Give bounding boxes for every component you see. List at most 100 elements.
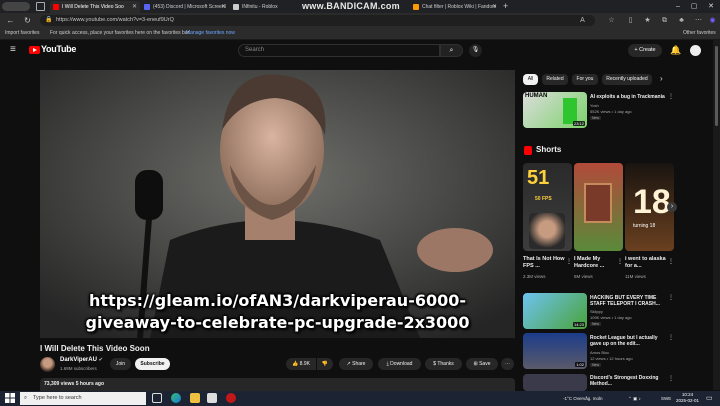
chip-recently-uploaded[interactable]: Recently uploaded xyxy=(602,74,652,85)
rec-title[interactable]: Discord's Strongest Doxxing Method... xyxy=(590,375,670,387)
rec-meta: 552K views • 1 day ago xyxy=(590,109,632,114)
short-title[interactable]: i went to alaska for a... xyxy=(625,256,671,270)
like-button[interactable]: 👍 8.9K xyxy=(286,358,316,370)
youtube-logo-icon[interactable] xyxy=(29,46,40,54)
rec-channel[interactable]: Amos Bloc xyxy=(590,350,609,355)
rec-title[interactable]: Rocket League but I actually gave up on … xyxy=(590,335,670,347)
other-favorites-button[interactable]: Other favorites xyxy=(683,28,716,39)
more-icon[interactable]: ⋯ xyxy=(694,16,703,25)
search-button[interactable]: ⌕ xyxy=(440,44,463,57)
language-indicator[interactable]: SWE xyxy=(661,391,671,406)
channel-avatar[interactable] xyxy=(40,357,55,372)
windows-start-icon[interactable] xyxy=(5,393,15,403)
bandicam-watermark: www.BANDICAM.com xyxy=(302,1,400,11)
like-count: 8.9K xyxy=(299,361,310,367)
rec-thumbnail[interactable] xyxy=(523,374,587,391)
favorites-bar: Import favorites For quick access, place… xyxy=(0,28,720,40)
file-explorer-icon[interactable] xyxy=(190,393,200,403)
browser-tab-bar: I Will Delete This Video Soo ✕ (453) Dis… xyxy=(0,0,720,13)
channel-name[interactable]: DarkViperAU ✔ xyxy=(60,357,103,363)
favorite-star-icon[interactable]: ☆ xyxy=(607,16,616,25)
tab-actions-icon[interactable] xyxy=(36,2,45,11)
voice-search-button[interactable]: 🎙 xyxy=(469,44,482,57)
close-icon[interactable]: ✕ xyxy=(221,1,226,13)
tab-fandom[interactable]: Chat filter | Roblox Wiki | Fandom ✕ xyxy=(410,1,500,13)
reload-button[interactable]: ↻ xyxy=(22,15,33,26)
bandicam-icon[interactable] xyxy=(226,393,236,403)
tab-youtube[interactable]: I Will Delete This Video Soo ✕ xyxy=(50,1,140,13)
rec-more-icon[interactable]: ⋮ xyxy=(668,375,674,382)
chevron-right-icon[interactable]: › xyxy=(660,74,663,83)
menu-icon[interactable]: ≡ xyxy=(10,44,16,55)
short-views: 2.3M views xyxy=(523,274,546,279)
rec-thumbnail[interactable]: HUMAN 23:12 xyxy=(523,92,587,128)
youtube-logo-text[interactable]: YouTube xyxy=(41,44,76,54)
tab-roblox[interactable]: INfinitu - Roblox xyxy=(230,1,300,13)
short-more-icon[interactable]: ⋮ xyxy=(617,258,623,265)
tab-discord[interactable]: (453) Discord | Microsoft Screenl ✕ xyxy=(141,1,229,13)
thanks-label: Thanks xyxy=(437,361,454,367)
notifications-bell-icon[interactable]: 🔔 xyxy=(670,45,681,56)
rec-title[interactable]: HACKING BUT EVERY TIME STAFF TELEPORT I … xyxy=(590,295,670,307)
read-aloud-icon[interactable]: A xyxy=(578,16,587,25)
task-view-icon[interactable] xyxy=(152,393,162,403)
user-avatar[interactable] xyxy=(690,45,701,56)
edge-icon[interactable] xyxy=(171,393,181,403)
back-button[interactable]: ← xyxy=(5,15,16,26)
chip-related[interactable]: Related xyxy=(542,74,568,85)
split-screen-icon[interactable]: ▯ xyxy=(626,16,635,25)
minimize-button[interactable]: – xyxy=(670,0,686,13)
search-input[interactable]: Search xyxy=(238,44,440,57)
short-more-icon[interactable]: ⋮ xyxy=(668,258,674,265)
extensions-icon[interactable]: ♣ xyxy=(677,16,686,25)
import-favorites-button[interactable]: Import favorites xyxy=(5,28,39,39)
short-thumbnail[interactable] xyxy=(574,163,623,251)
join-button[interactable]: Join xyxy=(110,358,131,370)
chip-for-you[interactable]: For you xyxy=(572,74,598,85)
rec-channel[interactable]: Skiippy xyxy=(590,309,603,314)
download-button[interactable]: ⤓ Download xyxy=(378,358,421,370)
shorts-next-icon[interactable]: › xyxy=(667,202,677,212)
short-title[interactable]: I Made My Hardcore ... xyxy=(574,256,620,270)
browser-profile-button[interactable] xyxy=(2,2,30,11)
short-thumb-sub: 50 FPS xyxy=(535,196,552,202)
short-title[interactable]: That Is Not How FPS ... xyxy=(523,256,569,270)
create-button[interactable]: + Create xyxy=(628,44,662,57)
new-tab-button[interactable]: + xyxy=(503,0,508,12)
window-close-button[interactable]: ✕ xyxy=(703,0,719,13)
mail-icon[interactable] xyxy=(207,393,217,403)
clock[interactable]: 10:24 2025-02-01 xyxy=(676,392,699,404)
rec-more-icon[interactable]: ⋮ xyxy=(668,294,674,301)
short-more-icon[interactable]: ⋮ xyxy=(566,258,572,265)
tray-icons[interactable]: ⌃ ▣ ♪ xyxy=(628,391,641,406)
manage-favorites-link[interactable]: Manage favorites now xyxy=(186,28,235,39)
share-button[interactable]: ↗ Share xyxy=(339,358,373,370)
close-icon[interactable]: ✕ xyxy=(132,1,137,13)
address-bar[interactable]: 🔒 https://www.youtube.com/watch?v=3-eneu… xyxy=(40,15,595,26)
rec-channel[interactable]: Yosh xyxy=(590,103,599,108)
video-player[interactable]: https://gleam.io/ofAN3/darkviperau-6000-… xyxy=(40,70,515,338)
taskbar-search-input[interactable]: ⌕ Type here to search xyxy=(20,392,146,405)
collections-icon[interactable]: ⧉ xyxy=(660,16,669,25)
favorites-icon[interactable]: ★ xyxy=(643,16,652,25)
rec-thumbnail[interactable]: 14:23 xyxy=(523,293,587,329)
scrollbar-thumb[interactable] xyxy=(715,46,718,126)
weather-widget[interactable]: -1°C Overvåg. moln xyxy=(563,391,603,406)
dislike-button[interactable]: 👎 xyxy=(317,358,333,370)
thanks-button[interactable]: $ Thanks xyxy=(425,358,462,370)
short-thumbnail[interactable]: 51 50 FPS xyxy=(523,163,572,251)
close-icon[interactable]: ✕ xyxy=(492,1,497,13)
notifications-icon[interactable]: ▭ xyxy=(706,394,713,402)
chip-all[interactable]: All xyxy=(523,74,538,85)
rec-more-icon[interactable]: ⋮ xyxy=(668,93,674,100)
more-actions-button[interactable]: ⋯ xyxy=(501,358,514,370)
rec-thumbnail[interactable]: 1:02 xyxy=(523,333,587,369)
description-box[interactable] xyxy=(40,378,515,391)
rec-more-icon[interactable]: ⋮ xyxy=(668,334,674,341)
subscribe-button[interactable]: Subscribe xyxy=(135,358,170,370)
save-button[interactable]: ⊞ Save xyxy=(466,358,498,370)
maximize-button[interactable]: ▢ xyxy=(686,0,702,13)
copilot-icon[interactable]: ◉ xyxy=(708,16,717,25)
save-icon: ⊞ xyxy=(473,361,478,367)
rec-title[interactable]: AI exploits a bug in Trackmania xyxy=(590,94,670,100)
